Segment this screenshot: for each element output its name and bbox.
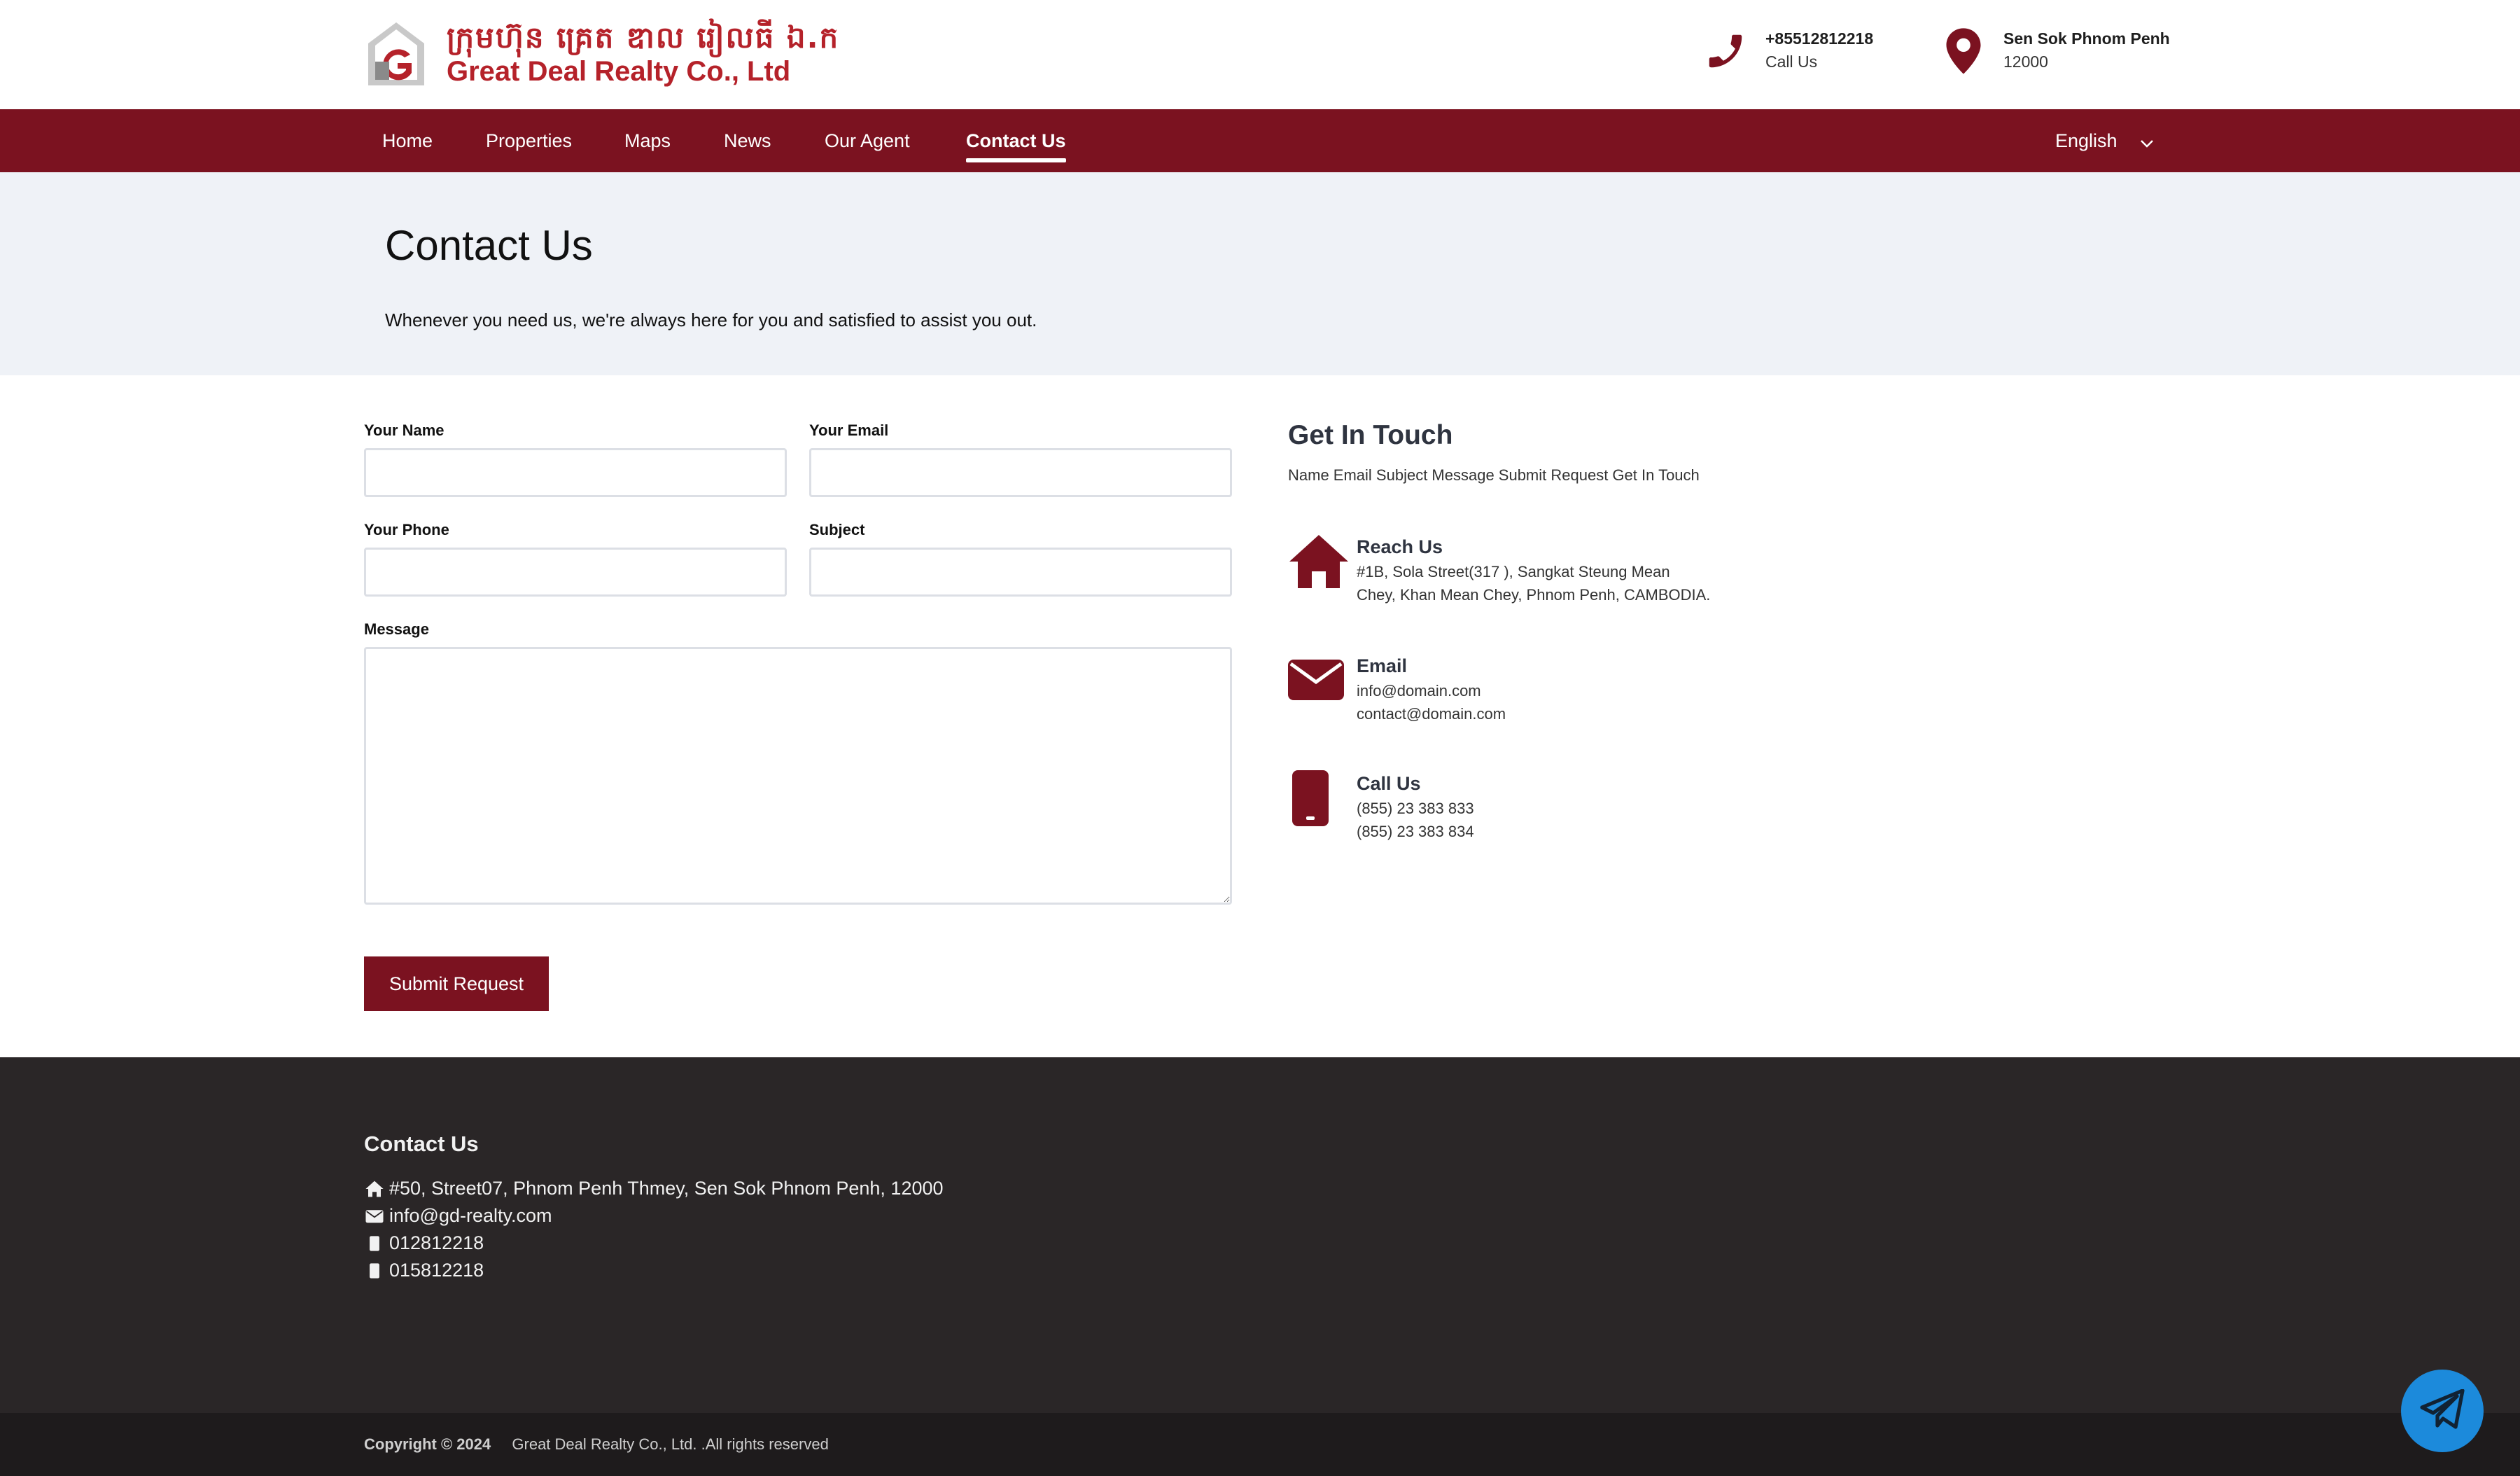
header-phone[interactable]: +85512812218 Call Us [1701, 27, 1873, 76]
mobile-icon [1288, 770, 1352, 833]
submit-request-button[interactable]: Submit Request [364, 956, 549, 1011]
call-us-line-1[interactable]: (855) 23 383 833 [1357, 797, 1474, 820]
page-hero: Contact Us Whenever you need us, we're a… [0, 172, 2520, 375]
footer-address-row: #50, Street07, Phnom Penh Thmey, Sen Sok… [364, 1178, 944, 1199]
nav-item-our-agent[interactable]: Our Agent [825, 109, 910, 172]
footer-phone2-row: 015812218 [364, 1260, 484, 1281]
header-location-text: Sen Sok Phnom Penh [2003, 29, 2170, 48]
phone-icon [1701, 27, 1750, 76]
logo-mark-icon [365, 20, 427, 88]
nav-item-contact-us[interactable]: Contact Us [966, 109, 1066, 172]
chevron-down-icon [2139, 111, 2155, 174]
mobile-icon [364, 1260, 385, 1281]
phone-label: Your Phone [364, 521, 449, 538]
footer-phone-2[interactable]: 015812218 [389, 1260, 484, 1281]
top-header: ក្រុមហ៊ុន គ្រេត ឌាល រៀលធី ឯ.ក Great Deal… [0, 0, 2520, 109]
footer-email-row: info@gd-realty.com [364, 1205, 552, 1227]
brand-name-khmer: ក្រុមហ៊ុន គ្រេត ឌាល រៀលធី ឯ.ក [447, 20, 840, 55]
header-location[interactable]: Sen Sok Phnom Penh 12000 [1939, 27, 2170, 76]
mobile-icon [364, 1233, 385, 1254]
reach-us-block: Reach Us #1B, Sola Street(317 ), Sangkat… [1288, 534, 1710, 606]
main-nav: Home Properties Maps News Our Agent Cont… [0, 109, 2520, 172]
header-location-caption: 12000 [2003, 53, 2048, 71]
telegram-icon [2419, 1388, 2465, 1433]
footer-email[interactable]: info@gd-realty.com [389, 1205, 552, 1227]
page: ក្រុមហ៊ុន គ្រេត ឌាល រៀលធី ឯ.ក Great Deal… [0, 0, 2520, 1476]
footer-phone1-row: 012812218 [364, 1232, 484, 1254]
subject-input[interactable] [809, 548, 1232, 597]
footer-phone-1[interactable]: 012812218 [389, 1232, 484, 1254]
envelope-icon [1288, 653, 1352, 716]
reach-us-line-1: #1B, Sola Street(317 ), Sangkat Steung M… [1357, 563, 1670, 580]
call-us-block: Call Us (855) 23 383 833 (855) 23 383 83… [1288, 770, 1474, 843]
copyright-bar: Copyright © 2024 Great Deal Realty Co., … [0, 1413, 2520, 1476]
email-line-1[interactable]: info@domain.com [1357, 679, 1506, 702]
page-subtitle: Whenever you need us, we're always here … [385, 309, 1037, 330]
page-title: Contact Us [385, 222, 593, 269]
message-label: Message [364, 620, 429, 638]
telegram-button[interactable] [2401, 1370, 2484, 1452]
copyright-text: Great Deal Realty Co., Ltd. .All rights … [512, 1435, 829, 1453]
brand-name-english: Great Deal Realty Co., Ltd [447, 56, 791, 87]
email-label: Your Email [809, 422, 889, 439]
brand-logo[interactable]: ក្រុមហ៊ុន គ្រេត ឌាល រៀលធី ឯ.ក Great Deal… [365, 20, 839, 88]
message-textarea[interactable] [364, 647, 1232, 905]
envelope-icon [364, 1206, 385, 1227]
home-icon [1288, 534, 1352, 597]
subject-label: Subject [809, 521, 865, 538]
home-icon [364, 1178, 385, 1199]
call-us-line-2[interactable]: (855) 23 383 834 [1357, 820, 1474, 843]
site-footer: Contact Us #50, Street07, Phnom Penh Thm… [0, 1057, 2520, 1413]
map-pin-icon [1939, 27, 1988, 76]
email-line-2[interactable]: contact@domain.com [1357, 702, 1506, 725]
reach-us-title: Reach Us [1357, 536, 1443, 557]
language-label: English [2055, 130, 2118, 151]
header-phone-number: +85512812218 [1765, 29, 1874, 48]
email-block: Email info@domain.com contact@domain.com [1288, 653, 1506, 725]
footer-title: Contact Us [364, 1132, 479, 1156]
get-in-touch-subtitle: Name Email Subject Message Submit Reques… [1288, 466, 1700, 484]
call-us-title: Call Us [1357, 773, 1421, 794]
nav-item-maps[interactable]: Maps [624, 109, 671, 172]
header-phone-caption: Call Us [1765, 53, 1818, 71]
email-input[interactable] [809, 448, 1232, 497]
reach-us-line-2: Chey, Khan Mean Chey, Phnom Penh, CAMBOD… [1357, 586, 1711, 604]
footer-address: #50, Street07, Phnom Penh Thmey, Sen Sok… [389, 1178, 944, 1199]
copyright-label: Copyright © 2024 [364, 1435, 491, 1453]
language-selector[interactable]: English [2055, 109, 2155, 172]
phone-input[interactable] [364, 548, 787, 597]
name-label: Your Name [364, 422, 444, 439]
name-input[interactable] [364, 448, 787, 497]
get-in-touch-title: Get In Touch [1288, 420, 1453, 450]
nav-item-news[interactable]: News [724, 109, 771, 172]
email-title: Email [1357, 655, 1408, 676]
nav-item-properties[interactable]: Properties [486, 109, 572, 172]
nav-item-home[interactable]: Home [382, 109, 433, 172]
